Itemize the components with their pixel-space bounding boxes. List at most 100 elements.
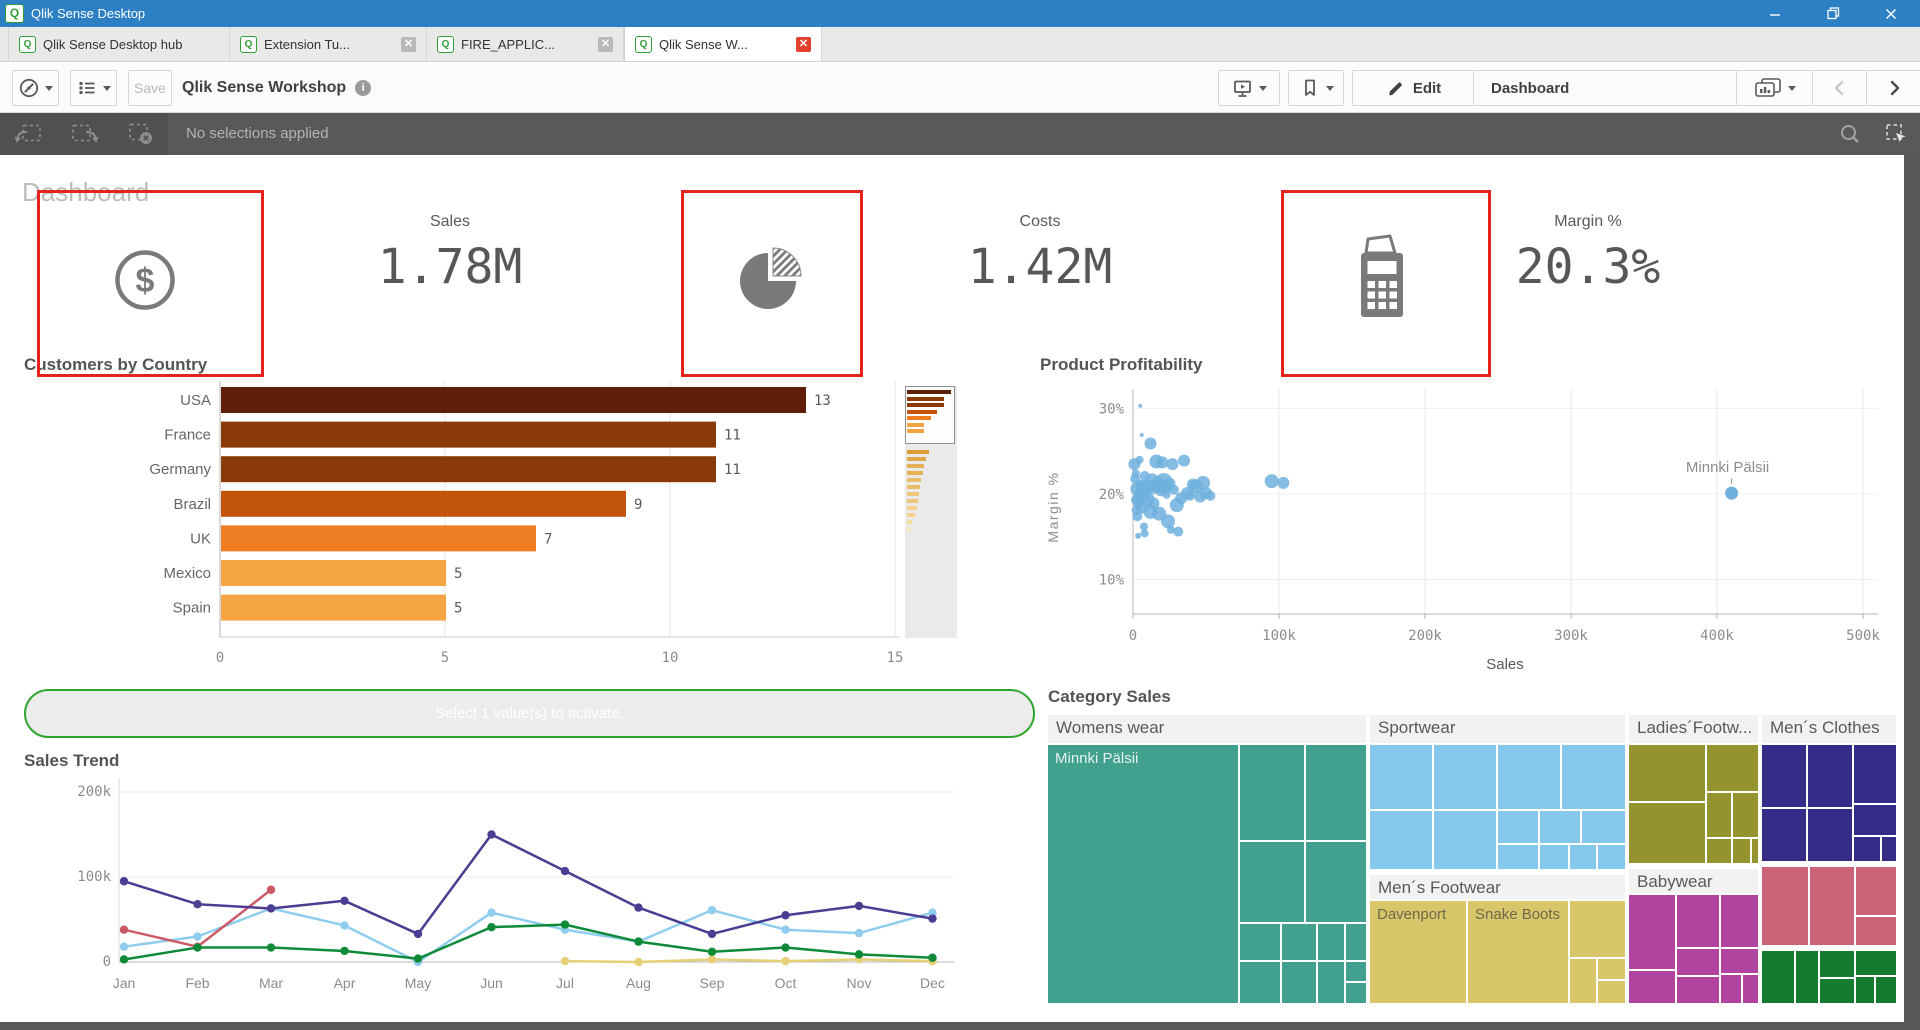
scatter-point[interactable] xyxy=(1145,438,1157,450)
selections-tool-icon[interactable] xyxy=(1884,122,1910,146)
treemap-block[interactable]: Snake Boots xyxy=(1468,901,1568,1003)
scatter-point[interactable] xyxy=(1135,533,1141,539)
line-point[interactable] xyxy=(267,943,275,951)
line-point[interactable] xyxy=(561,957,569,965)
treemap-block[interactable] xyxy=(1282,924,1316,960)
treemap-block[interactable] xyxy=(1346,983,1366,1003)
line-point[interactable] xyxy=(634,958,642,966)
sales-trend-line-chart[interactable]: 0100k200kJanFebMarAprMayJunJulAugSepOctN… xyxy=(24,770,964,1002)
treemap-block[interactable] xyxy=(1854,837,1880,861)
close-button[interactable] xyxy=(1862,0,1920,27)
line-point[interactable] xyxy=(267,904,275,912)
treemap-block[interactable] xyxy=(1629,803,1705,863)
treemap-block[interactable] xyxy=(1707,745,1758,791)
treemap-block[interactable] xyxy=(1570,845,1596,869)
treemap-block[interactable] xyxy=(1808,745,1852,807)
treemap-block[interactable] xyxy=(1856,917,1896,945)
line-point[interactable] xyxy=(487,830,495,838)
line-point[interactable] xyxy=(193,932,201,940)
tab-close-icon[interactable]: ✕ xyxy=(598,37,613,52)
save-button[interactable]: Save xyxy=(128,70,172,106)
treemap-block[interactable] xyxy=(1808,809,1852,861)
line-point[interactable] xyxy=(634,937,642,945)
line-series-light-blue[interactable] xyxy=(124,908,933,962)
scatter-point[interactable] xyxy=(1163,491,1171,499)
line-point[interactable] xyxy=(487,923,495,931)
bar-Spain[interactable] xyxy=(221,595,446,621)
treemap-block[interactable] xyxy=(1856,867,1896,915)
tab-fire-applic[interactable]: Q FIRE_APPLIC... ✕ xyxy=(427,27,624,61)
category-sales-treemap[interactable]: Womens wearMinnki PälsiiSportwearMen´s F… xyxy=(1048,715,1896,1003)
treemap-block[interactable] xyxy=(1562,745,1625,809)
treemap-block[interactable] xyxy=(1762,745,1806,807)
sheet-title-dropdown[interactable]: Dashboard xyxy=(1474,71,1737,105)
treemap-block[interactable] xyxy=(1733,839,1750,863)
bar-Germany[interactable] xyxy=(221,456,716,482)
search-icon[interactable] xyxy=(1838,122,1862,146)
treemap-block[interactable] xyxy=(1370,745,1432,809)
kpi-costs[interactable]: Costs 1.42M xyxy=(920,213,1160,295)
line-point[interactable] xyxy=(340,897,348,905)
treemap-block[interactable] xyxy=(1856,951,1896,975)
treemap-block[interactable] xyxy=(1240,842,1304,922)
scatter-point[interactable] xyxy=(1138,404,1142,408)
tab-extension-tutorial[interactable]: Q Extension Tu... ✕ xyxy=(230,27,427,61)
treemap-block[interactable] xyxy=(1820,979,1854,1003)
line-point[interactable] xyxy=(708,948,716,956)
treemap-block[interactable] xyxy=(1598,981,1625,1003)
treemap-block[interactable] xyxy=(1707,839,1731,863)
treemap-block[interactable] xyxy=(1629,745,1705,801)
treemap-block[interactable] xyxy=(1540,845,1568,869)
line-point[interactable] xyxy=(855,950,863,958)
info-icon[interactable]: i xyxy=(355,80,371,96)
treemap-block[interactable] xyxy=(1598,959,1625,979)
line-point[interactable] xyxy=(267,886,275,894)
bookmarks-button[interactable] xyxy=(1288,70,1344,106)
edit-button[interactable]: Edit xyxy=(1353,71,1474,105)
treemap-block[interactable] xyxy=(1570,959,1596,1003)
minimize-button[interactable] xyxy=(1746,0,1804,27)
treemap-block[interactable] xyxy=(1582,811,1625,843)
treemap-block[interactable] xyxy=(1346,924,1366,960)
restore-button[interactable] xyxy=(1804,0,1862,27)
customers-by-country-bar-chart[interactable]: 051015USA13France11Germany11Brazil9UK7Me… xyxy=(24,381,904,673)
treemap-block[interactable] xyxy=(1306,842,1366,922)
bar-USA[interactable] xyxy=(221,387,806,413)
scatter-point[interactable] xyxy=(1173,527,1183,537)
kpi-margin[interactable]: Margin % 20.3% xyxy=(1468,213,1708,295)
scatter-point[interactable] xyxy=(1205,491,1215,501)
line-point[interactable] xyxy=(708,906,716,914)
tab-close-icon[interactable]: ✕ xyxy=(796,37,811,52)
scatter-point[interactable] xyxy=(1169,485,1179,495)
treemap-block[interactable] xyxy=(1540,811,1580,843)
treemap-block[interactable] xyxy=(1240,962,1280,1003)
next-sheet-button[interactable] xyxy=(1867,71,1920,105)
treemap-block[interactable] xyxy=(1752,839,1758,863)
scatter-point[interactable] xyxy=(1178,455,1190,467)
treemap-block[interactable]: Davenport xyxy=(1370,901,1466,1003)
scatter-point[interactable] xyxy=(1141,529,1149,537)
treemap-block[interactable] xyxy=(1762,867,1808,945)
treemap-block[interactable] xyxy=(1629,895,1675,969)
treemap-block[interactable]: Minnki Pälsii xyxy=(1048,745,1238,1003)
line-point[interactable] xyxy=(781,943,789,951)
line-point[interactable] xyxy=(414,930,422,938)
sheet-list-button[interactable] xyxy=(70,70,117,106)
line-point[interactable] xyxy=(120,877,128,885)
line-point[interactable] xyxy=(708,930,716,938)
line-point[interactable] xyxy=(120,943,128,951)
scatter-point[interactable] xyxy=(1161,514,1175,528)
treemap-block[interactable] xyxy=(1306,745,1366,840)
treemap-block[interactable] xyxy=(1707,793,1731,837)
line-point[interactable] xyxy=(781,911,789,919)
treemap-block[interactable] xyxy=(1570,901,1625,957)
line-point[interactable] xyxy=(561,867,569,875)
line-point[interactable] xyxy=(634,903,642,911)
line-point[interactable] xyxy=(340,947,348,955)
treemap-block[interactable] xyxy=(1820,951,1854,977)
undo-selection-icon[interactable] xyxy=(13,123,43,145)
scatter-point[interactable] xyxy=(1277,477,1289,489)
treemap-block[interactable] xyxy=(1318,962,1344,1003)
line-point[interactable] xyxy=(414,954,422,962)
treemap-block[interactable] xyxy=(1598,845,1625,869)
